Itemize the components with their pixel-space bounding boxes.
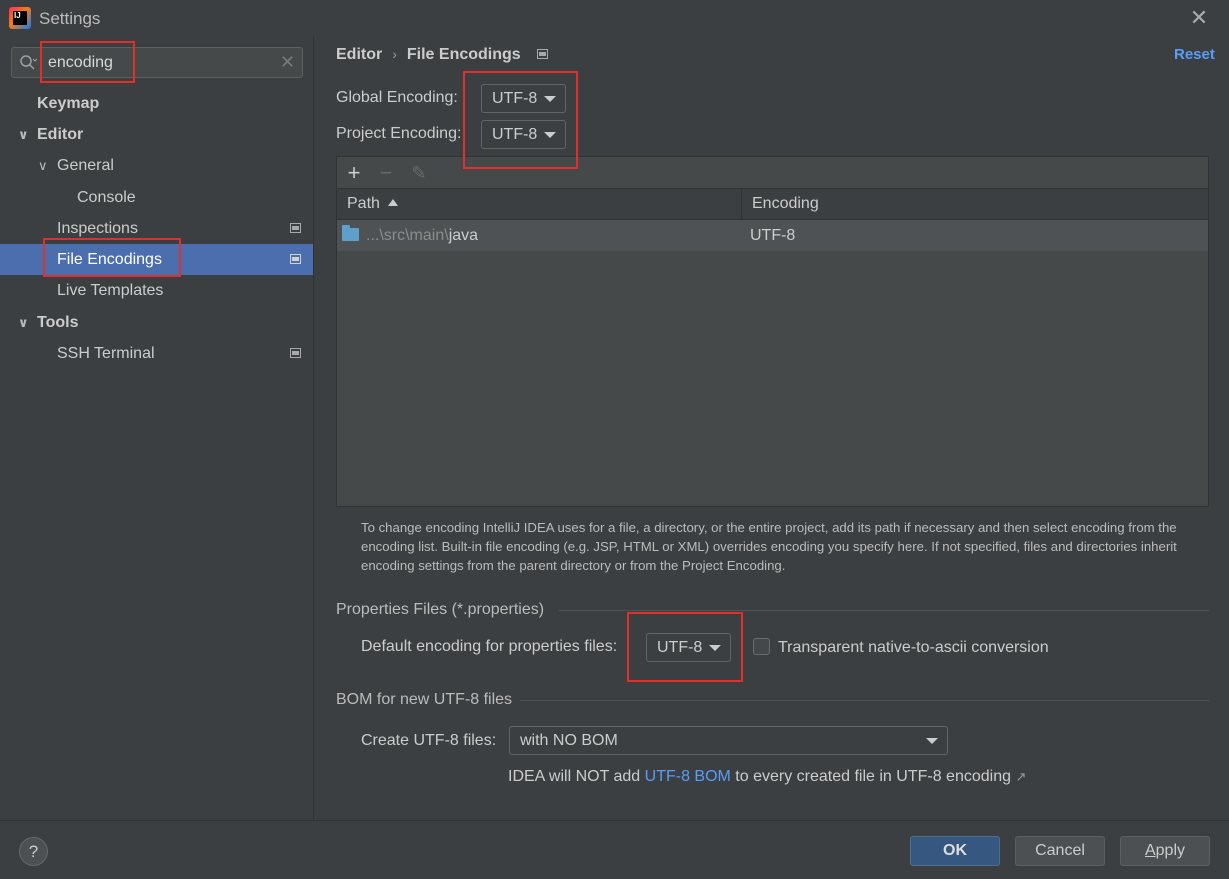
apply-button[interactable]: Apply — [1120, 836, 1210, 866]
utf8-bom-link[interactable]: UTF-8 BOM — [645, 768, 731, 785]
sidebar-item-label: Live Templates — [57, 282, 164, 299]
breadcrumb-separator: › — [392, 46, 397, 62]
chevron-down-icon[interactable]: ∨ — [38, 150, 52, 181]
sidebar-item-console[interactable]: Console — [0, 182, 313, 213]
sidebar-item-label: General — [57, 157, 114, 174]
properties-section-title: Properties Files (*.properties) — [336, 601, 545, 618]
bom-note-text: to every created file in UTF-8 encoding — [730, 768, 1011, 785]
table-header: Path Encoding — [337, 189, 1208, 220]
apply-mnemonic: A — [1144, 842, 1156, 859]
project-encoding-label: Project Encoding: — [336, 125, 462, 142]
breadcrumb: Editor › File Encodings — [336, 46, 548, 64]
close-icon[interactable]: ✕ — [1188, 7, 1210, 29]
bom-section-title: BOM for new UTF-8 files — [336, 691, 513, 708]
create-utf8-files-label: Create UTF-8 files: — [361, 732, 497, 749]
remove-icon[interactable]: − — [374, 161, 398, 185]
sidebar-item-label: SSH Terminal — [57, 345, 155, 362]
dropdown-arrow-icon — [926, 738, 938, 744]
highlight-box-properties-encoding — [627, 612, 743, 682]
settings-content: Editor › File Encodings Reset Global Encod… — [313, 36, 1229, 820]
sidebar-item-label: Keymap — [37, 95, 100, 112]
sidebar-item-keymap[interactable]: Keymap — [0, 88, 313, 119]
highlight-box-file-encodings — [43, 238, 181, 277]
sidebar-item-tools[interactable]: ∨ Tools — [0, 307, 313, 338]
sidebar-item-label: Editor — [37, 126, 84, 143]
bom-mode-dropdown[interactable]: with NO BOM — [509, 726, 948, 755]
default-properties-encoding-label: Default encoding for properties files: — [361, 638, 618, 655]
project-settings-icon — [290, 223, 301, 233]
bom-mode-value: with NO BOM — [520, 732, 618, 749]
highlight-box-encodings — [463, 71, 578, 169]
reset-link[interactable]: Reset — [1174, 46, 1215, 63]
title-bar: IJ Settings ✕ — [0, 0, 1229, 36]
project-settings-icon — [290, 348, 301, 358]
chevron-down-icon[interactable]: ∨ — [18, 119, 32, 150]
global-encoding-label: Global Encoding: — [336, 89, 458, 106]
chevron-down-icon[interactable]: ∨ — [18, 307, 32, 338]
encoding-cell[interactable]: UTF-8 — [750, 220, 795, 251]
dialog-footer: ? OK Cancel Apply — [0, 820, 1229, 879]
cancel-button[interactable]: Cancel — [1015, 836, 1105, 866]
path-encoding-table: + − ✎ Path Encoding ...\src\main\java UT… — [336, 156, 1209, 507]
column-header-encoding[interactable]: Encoding — [742, 189, 1208, 219]
project-settings-icon — [536, 49, 548, 59]
sidebar-item-label: Console — [77, 189, 136, 206]
help-button[interactable]: ? — [19, 837, 48, 866]
bom-note-text: IDEA will NOT add — [508, 768, 645, 785]
breadcrumb-current: File Encodings — [406, 46, 521, 63]
sidebar-item-live-templates[interactable]: Live Templates — [0, 275, 313, 306]
sidebar-item-editor[interactable]: ∨ Editor — [0, 119, 313, 150]
column-label: Encoding — [752, 195, 819, 212]
sidebar-item-label: Tools — [37, 314, 79, 331]
intellij-logo-icon: IJ — [9, 7, 31, 29]
transparent-conversion-checkbox[interactable] — [753, 638, 770, 655]
path-cell: ...\src\main\java — [366, 220, 478, 251]
transparent-conversion-label[interactable]: Transparent native-to-ascii conversion — [778, 639, 1049, 657]
external-link-icon[interactable]: ↗ — [1015, 769, 1026, 784]
window-title: Settings — [39, 9, 101, 28]
apply-label: pply — [1155, 842, 1186, 859]
sort-ascending-icon — [387, 199, 398, 206]
project-settings-icon — [290, 254, 301, 264]
search-icon[interactable] — [19, 54, 37, 72]
table-row[interactable]: ...\src\main\java UTF-8 — [337, 220, 1208, 251]
column-label: Path — [347, 195, 380, 212]
bom-note: IDEA will NOT add UTF-8 BOM to every cre… — [508, 768, 1026, 786]
section-divider — [520, 700, 1209, 701]
sidebar-item-ssh-terminal[interactable]: SSH Terminal — [0, 338, 313, 369]
ok-button[interactable]: OK — [910, 836, 1000, 866]
folder-icon — [342, 225, 359, 241]
path-name: java — [448, 227, 479, 244]
sidebar-item-general[interactable]: ∨ General — [0, 150, 313, 181]
breadcrumb-parent[interactable]: Editor — [336, 46, 382, 63]
path-prefix: ...\src\main\ — [366, 227, 449, 244]
clear-search-icon[interactable]: ✕ — [280, 51, 295, 73]
highlight-box-search — [40, 41, 135, 83]
add-icon[interactable]: + — [342, 161, 366, 185]
encoding-help-text: To change encoding IntelliJ IDEA uses fo… — [361, 520, 1177, 573]
column-header-path[interactable]: Path — [337, 189, 742, 219]
edit-icon[interactable]: ✎ — [407, 161, 431, 185]
settings-sidebar: ✕ Keymap ∨ Editor ∨ General Console Insp… — [0, 36, 313, 820]
section-divider — [559, 610, 1209, 611]
